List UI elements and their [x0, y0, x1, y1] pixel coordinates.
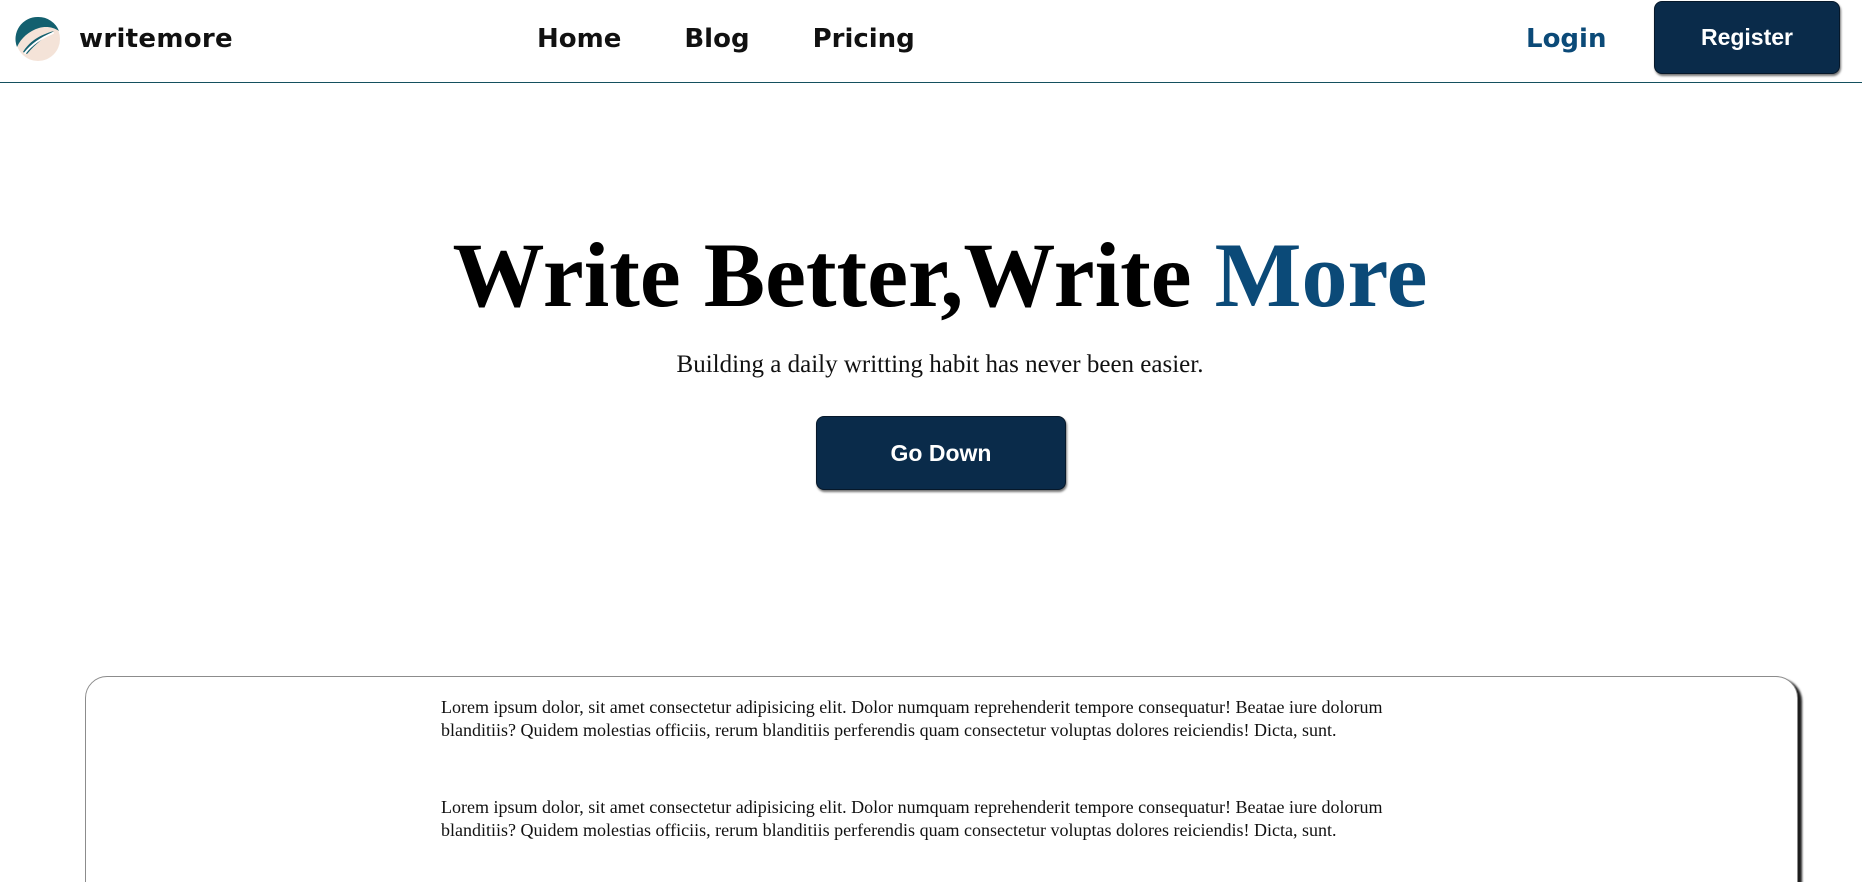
content-paragraph: Lorem ipsum dolor, sit amet consectetur … — [441, 697, 1383, 740]
hero-title-main: Write Better,Write — [452, 224, 1215, 326]
hero-title: Write Better,Write More — [0, 220, 1862, 330]
hero-title-accent: More — [1214, 224, 1428, 326]
feather-quill-logo-icon — [15, 16, 60, 61]
hero-subtitle: Building a daily writting habit has neve… — [676, 351, 1204, 378]
register-button[interactable]: Register — [1654, 1, 1840, 74]
nav-link-pricing[interactable]: Pricing — [813, 20, 915, 58]
brand-name: writemore — [79, 24, 233, 54]
content-card: Lorem ipsum dolor, sit amet consectetur … — [85, 676, 1798, 882]
nav-link-blog[interactable]: Blog — [684, 20, 749, 58]
brand-link[interactable]: writemore — [15, 16, 233, 62]
main-nav: Home Blog Pricing — [537, 20, 915, 58]
content-paragraph: Lorem ipsum dolor, sit amet consectetur … — [441, 797, 1383, 840]
go-down-button[interactable]: Go Down — [816, 416, 1066, 490]
top-navbar: writemore Home Blog Pricing Login Regist… — [0, 0, 1862, 83]
login-link[interactable]: Login — [1526, 20, 1606, 58]
nav-link-home[interactable]: Home — [537, 20, 621, 58]
